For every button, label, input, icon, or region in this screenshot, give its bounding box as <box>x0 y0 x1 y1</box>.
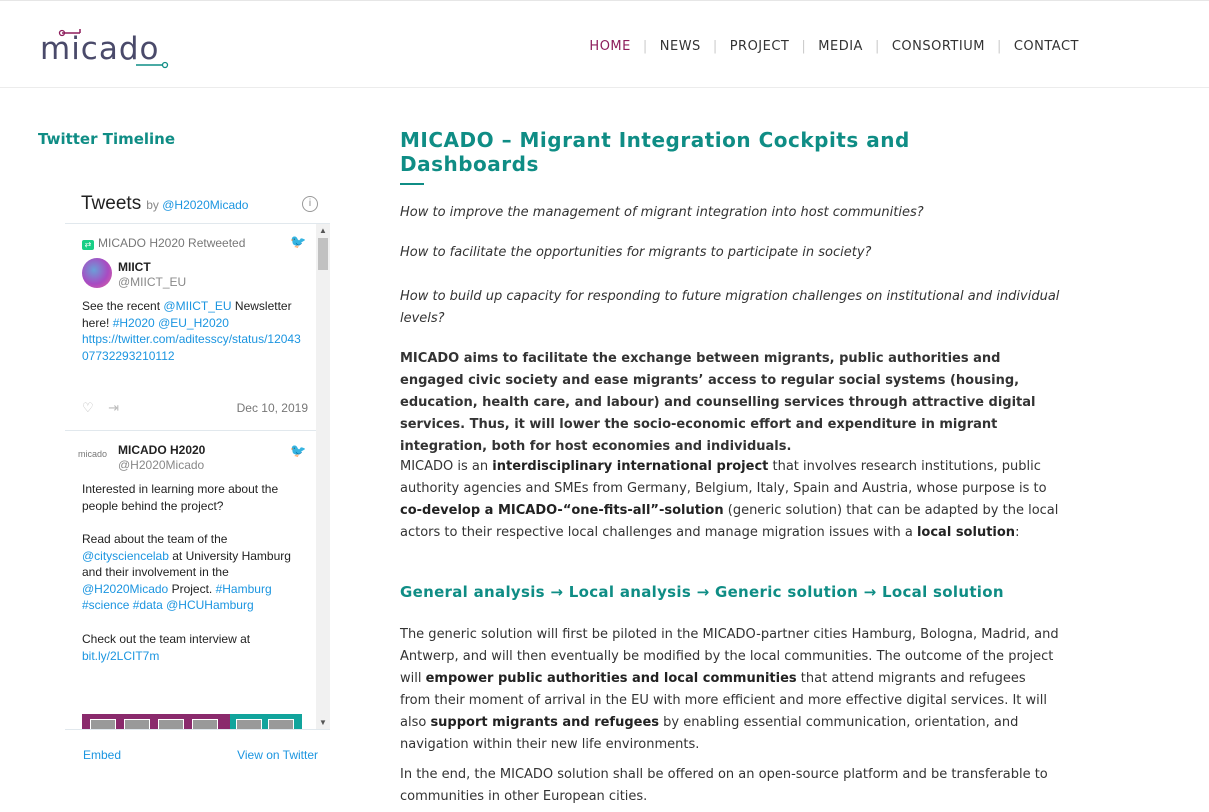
url-link[interactable]: bit.ly/2LCIT7m <box>82 649 159 663</box>
emphasis: co-develop a MICADO-“one-fits-all”-solut… <box>400 503 724 518</box>
emphasis: empower public authorities and local com… <box>425 671 797 686</box>
tweet-author-name[interactable]: MIICT <box>118 260 151 274</box>
view-on-twitter-link[interactable]: View on Twitter <box>237 748 318 762</box>
main-content: MICADO – Migrant Integration Cockpits an… <box>400 128 1059 804</box>
text-part: MICADO is an <box>400 459 493 474</box>
tweet-author-handle[interactable]: @MIICT_EU <box>118 275 186 289</box>
mention-link[interactable]: @HCUHamburg <box>166 598 254 612</box>
url-link[interactable]: https://twitter.com/aditesscy/status/120… <box>82 332 301 363</box>
site-header: micado HOME | NEWS | PROJECT | MEDIA | C… <box>0 1 1209 88</box>
tweet-actions: ♡ ⇥ <box>82 400 119 416</box>
avatar[interactable]: micado <box>78 449 116 469</box>
sidebar-title: Twitter Timeline <box>38 130 176 148</box>
tweet-date[interactable]: Dec 10, 2019 <box>237 401 308 415</box>
nav-separator: | <box>996 39 1002 54</box>
widget-by: by @H2020Micado <box>146 198 248 212</box>
micado-logo[interactable]: micado <box>40 27 190 73</box>
nav-separator: | <box>642 39 648 54</box>
emphasis: support migrants and refugees <box>430 715 660 730</box>
aims-paragraph: MICADO aims to facilitate the exchange b… <box>400 351 1036 454</box>
retweet-label: ⇄ MICADO H2020 Retweeted <box>82 236 245 250</box>
portrait-photo <box>158 719 184 729</box>
avatar[interactable] <box>82 258 112 288</box>
tweet-author-handle[interactable]: @H2020Micado <box>118 458 204 472</box>
scrollbar-thumb[interactable] <box>318 238 328 270</box>
tweet-text: Read about the team of the @citysciencel… <box>82 531 307 614</box>
twitter-bird-icon[interactable]: 🐦 <box>290 443 306 458</box>
widget-footer: Embed View on Twitter <box>83 748 318 762</box>
hashtag-link[interactable]: #data <box>133 598 163 612</box>
portrait-photo <box>90 719 116 729</box>
main-nav: HOME | NEWS | PROJECT | MEDIA | CONSORTI… <box>589 39 1079 54</box>
hashtag-link[interactable]: #science <box>82 598 129 612</box>
widget-header: Tweets by @H2020Micado <box>81 193 248 215</box>
tweet-text-part: Read about the team of the <box>82 532 228 546</box>
nav-media[interactable]: MEDIA <box>818 39 863 54</box>
intro-paragraph: MICADO is an interdisciplinary internati… <box>400 456 1060 544</box>
nav-separator: | <box>801 39 807 54</box>
nav-home[interactable]: HOME <box>589 39 630 54</box>
portrait-photo <box>124 719 150 729</box>
question-1: How to improve the management of migrant… <box>400 205 924 220</box>
tweet-item[interactable]: 🐦 micado MICADO H2020 @H2020Micado Inter… <box>65 431 316 729</box>
mention-link[interactable]: @citysciencelab <box>82 549 169 563</box>
like-heart-icon[interactable]: ♡ <box>82 400 94 415</box>
question-2: How to facilitate the opportunities for … <box>400 245 872 260</box>
twitter-bird-icon[interactable]: 🐦 <box>290 234 306 249</box>
scrollbar[interactable]: ▲ ▼ <box>316 224 330 729</box>
tweet-text: Check out the team interview at bit.ly/2L… <box>82 631 307 664</box>
mention-link[interactable]: @H2020Micado <box>82 582 168 596</box>
logo-text: micado <box>40 31 160 67</box>
by-prefix: by <box>146 198 159 212</box>
tweets-scroll-area[interactable]: ⇄ MICADO H2020 Retweeted 🐦 MIICT @MIICT_E… <box>65 223 330 730</box>
embed-link[interactable]: Embed <box>83 748 121 762</box>
tweet-text-part: See the recent <box>82 299 164 313</box>
share-icon[interactable]: ⇥ <box>108 400 119 415</box>
tweet-text: See the recent @MIICT_EU Newsletter here… <box>82 298 307 364</box>
widget-handle-link[interactable]: @H2020Micado <box>162 198 248 212</box>
text-part: : <box>1015 525 1020 540</box>
hashtag-link[interactable]: #Hamburg <box>216 582 272 596</box>
tweet-text-part: Project. <box>168 581 216 596</box>
nav-separator: | <box>712 39 718 54</box>
twitter-timeline-widget: Tweets by @H2020Micado i ⇄ MICADO H2020 R… <box>65 183 330 768</box>
mention-link[interactable]: @EU_H2020 <box>158 316 229 330</box>
tweet-text: Interested in learning more about the pe… <box>82 482 279 513</box>
hashtag-link[interactable]: #H2020 <box>113 316 155 330</box>
tweet-image[interactable] <box>82 714 302 729</box>
mention-link[interactable]: @MIICT_EU <box>163 299 231 313</box>
analysis-subheading: General analysis → Local analysis → Gene… <box>400 583 1004 601</box>
solution-paragraph: The generic solution will first be pilot… <box>400 624 1060 756</box>
emphasis: local solution <box>916 525 1016 540</box>
closing-paragraph: In the end, the MICADO solution shall be… <box>400 767 1048 804</box>
portrait-photo <box>192 719 218 729</box>
scroll-up-icon[interactable]: ▲ <box>319 226 327 235</box>
retweet-icon: ⇄ <box>82 240 94 250</box>
page-title: MICADO – Migrant Integration Cockpits an… <box>400 128 910 176</box>
tweet-text-part: Check out the team interview at <box>82 632 251 646</box>
tweet-item[interactable]: ⇄ MICADO H2020 Retweeted 🐦 MIICT @MIICT_E… <box>65 224 316 431</box>
widget-heading: Tweets <box>81 193 142 214</box>
question-3: How to build up capacity for responding … <box>400 289 1060 326</box>
portrait-photo <box>268 719 294 729</box>
nav-news[interactable]: NEWS <box>660 39 701 54</box>
scroll-down-icon[interactable]: ▼ <box>319 718 327 727</box>
nav-contact[interactable]: CONTACT <box>1014 39 1079 54</box>
emphasis: interdisciplinary international project <box>492 459 769 474</box>
nav-consortium[interactable]: CONSORTIUM <box>892 39 985 54</box>
nav-separator: | <box>874 39 880 54</box>
nav-project[interactable]: PROJECT <box>730 39 790 54</box>
title-underline <box>400 183 424 185</box>
retweet-text: MICADO H2020 Retweeted <box>98 236 246 250</box>
tweet-author-name[interactable]: MICADO H2020 <box>118 443 205 457</box>
portrait-photo <box>236 719 262 729</box>
info-icon[interactable]: i <box>302 196 318 212</box>
